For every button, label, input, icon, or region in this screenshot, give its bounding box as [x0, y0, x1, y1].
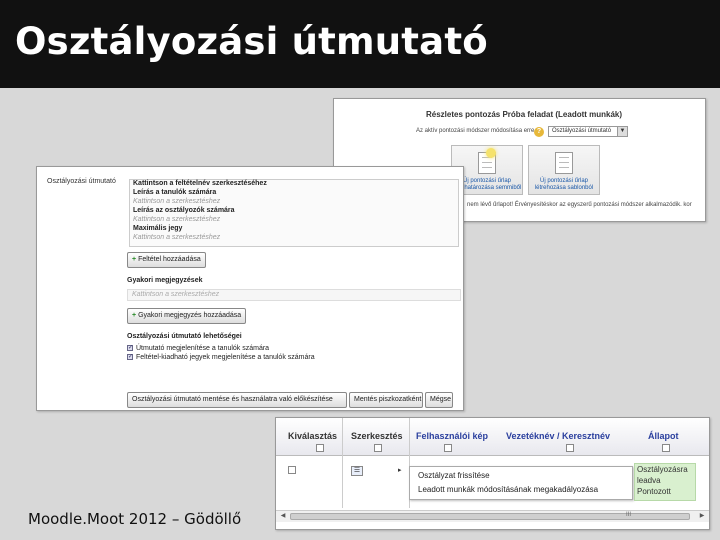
plus-icon: +: [132, 256, 137, 263]
criterion-max-score-label: Maximális jegy: [133, 225, 183, 232]
rubric-options-heading: Osztályozási útmutató lehetőségei: [127, 333, 242, 340]
horizontal-scrollbar[interactable]: ◀ III ▶: [276, 510, 709, 522]
slide-title-bar: Osztályozási útmutató: [0, 0, 720, 88]
chevron-down-icon: ▼: [617, 127, 627, 136]
hide-column-picture-checkbox[interactable]: [444, 444, 452, 452]
criterion-marker-desc-label: Leírás az osztályozók számára: [133, 207, 235, 214]
slide-title: Osztályozási útmutató: [15, 20, 488, 63]
hide-column-name-checkbox[interactable]: [566, 444, 574, 452]
column-divider: [342, 418, 343, 508]
scroll-right-icon[interactable]: ▶: [697, 512, 707, 521]
menu-item-update-grade[interactable]: Osztályzat frissítése: [410, 469, 632, 483]
status-cell: Osztályozásra leadva Pontozott: [634, 463, 696, 501]
criterion-name-field[interactable]: Kattintson a feltételnév szerkesztéséhez: [133, 180, 267, 187]
caret-right-icon: ▸: [398, 467, 402, 474]
document-copy-icon: [555, 152, 573, 174]
rubric-name-label: Osztályozási útmutató: [47, 178, 116, 185]
hide-column-status-checkbox[interactable]: [662, 444, 670, 452]
frequent-comment-field[interactable]: Kattintson a szerkesztéshez: [127, 289, 461, 301]
checkbox-checked-icon[interactable]: ✓: [127, 345, 133, 352]
criterion-max-score-field[interactable]: Kattintson a szerkesztéshez: [133, 234, 220, 241]
option-show-scores-label: Feltétel-kiadható jegyek megjelenítése a…: [136, 354, 315, 361]
grading-table-screenshot: Kiválasztás Szerkesztés Felhasználói kép…: [275, 417, 710, 530]
column-header-select: Kiválasztás: [288, 431, 338, 441]
grading-method-select[interactable]: Osztályozási útmutató ▼: [548, 126, 628, 137]
column-header-name[interactable]: Vezetéknév / Keresztnév: [506, 431, 610, 441]
hide-column-select-checkbox[interactable]: [316, 444, 324, 452]
save-rubric-button[interactable]: Osztályozási útmutató mentése és használ…: [127, 392, 347, 408]
edit-menu-icon[interactable]: ☰: [351, 466, 363, 476]
add-comment-button[interactable]: + Gyakori megjegyzés hozzáadása: [127, 308, 247, 324]
rubric-editor-screenshot: Osztályozási útmutató Kattintson a felté…: [36, 166, 464, 411]
column-header-edit: Szerkesztés: [351, 431, 403, 441]
table-header: Kiválasztás Szerkesztés Felhasználói kép…: [276, 418, 709, 456]
cancel-button[interactable]: Mégse: [425, 392, 453, 408]
menu-item-prevent-changes[interactable]: Leadott munkák módosításának megakadályo…: [410, 483, 632, 497]
option-show-guide[interactable]: ✓ Útmutató megjelenítése a tanulók számár…: [127, 345, 269, 352]
help-icon[interactable]: ?: [534, 127, 544, 137]
template-form-label: Új pontozási űrlap létrehozása sablonból: [534, 178, 594, 191]
edit-menu: Osztályzat frissítése Leadott munkák mód…: [409, 466, 633, 500]
grading-setup-notice: nem lévő űrlapot! Érvényesítéskor az egy…: [467, 202, 692, 208]
slide-footer: Moodle.Moot 2012 – Gödöllő: [28, 510, 242, 528]
checkbox-checked-icon[interactable]: ✓: [127, 354, 133, 361]
sparkle-icon: [486, 148, 496, 158]
save-draft-button[interactable]: Mentés piszkozatként: [349, 392, 423, 408]
frequent-comments-heading: Gyakori megjegyzések: [127, 277, 203, 284]
grading-setup-title: Részletes pontozás Próba feladat (Leadot…: [426, 110, 623, 119]
row-select-checkbox[interactable]: [288, 466, 296, 474]
grading-method-label: Az aktív pontozási módszer módosítása er…: [416, 128, 535, 134]
column-header-user-picture[interactable]: Felhasználói kép: [416, 431, 488, 441]
criterion-student-desc-label: Leírás a tanulók számára: [133, 189, 217, 196]
status-line: Pontozott: [637, 487, 671, 496]
status-line: leadva: [637, 476, 661, 485]
template-form-tile[interactable]: Új pontozási űrlap létrehozása sablonból: [528, 145, 600, 195]
add-comment-label: Gyakori megjegyzés hozzáadása: [138, 312, 242, 319]
add-criterion-label: Feltétel hozzáadása: [138, 256, 201, 263]
option-show-scores[interactable]: ✓ Feltétel-kiadható jegyek megjelenítése …: [127, 354, 315, 361]
column-header-status[interactable]: Állapot: [648, 431, 679, 441]
add-criterion-button[interactable]: + Feltétel hozzáadása: [127, 252, 206, 268]
hide-column-edit-checkbox[interactable]: [374, 444, 382, 452]
criterion-marker-desc-field[interactable]: Kattintson a szerkesztéshez: [133, 216, 220, 223]
grading-method-value: Osztályozási útmutató: [552, 128, 612, 134]
scroll-left-icon[interactable]: ◀: [278, 512, 288, 521]
scrollbar-grip: III: [626, 512, 632, 518]
status-line: Osztályozásra: [637, 465, 688, 474]
option-show-guide-label: Útmutató megjelenítése a tanulók számára: [136, 345, 270, 352]
criterion-student-desc-field[interactable]: Kattintson a szerkesztéshez: [133, 198, 220, 205]
plus-icon: +: [132, 312, 137, 319]
